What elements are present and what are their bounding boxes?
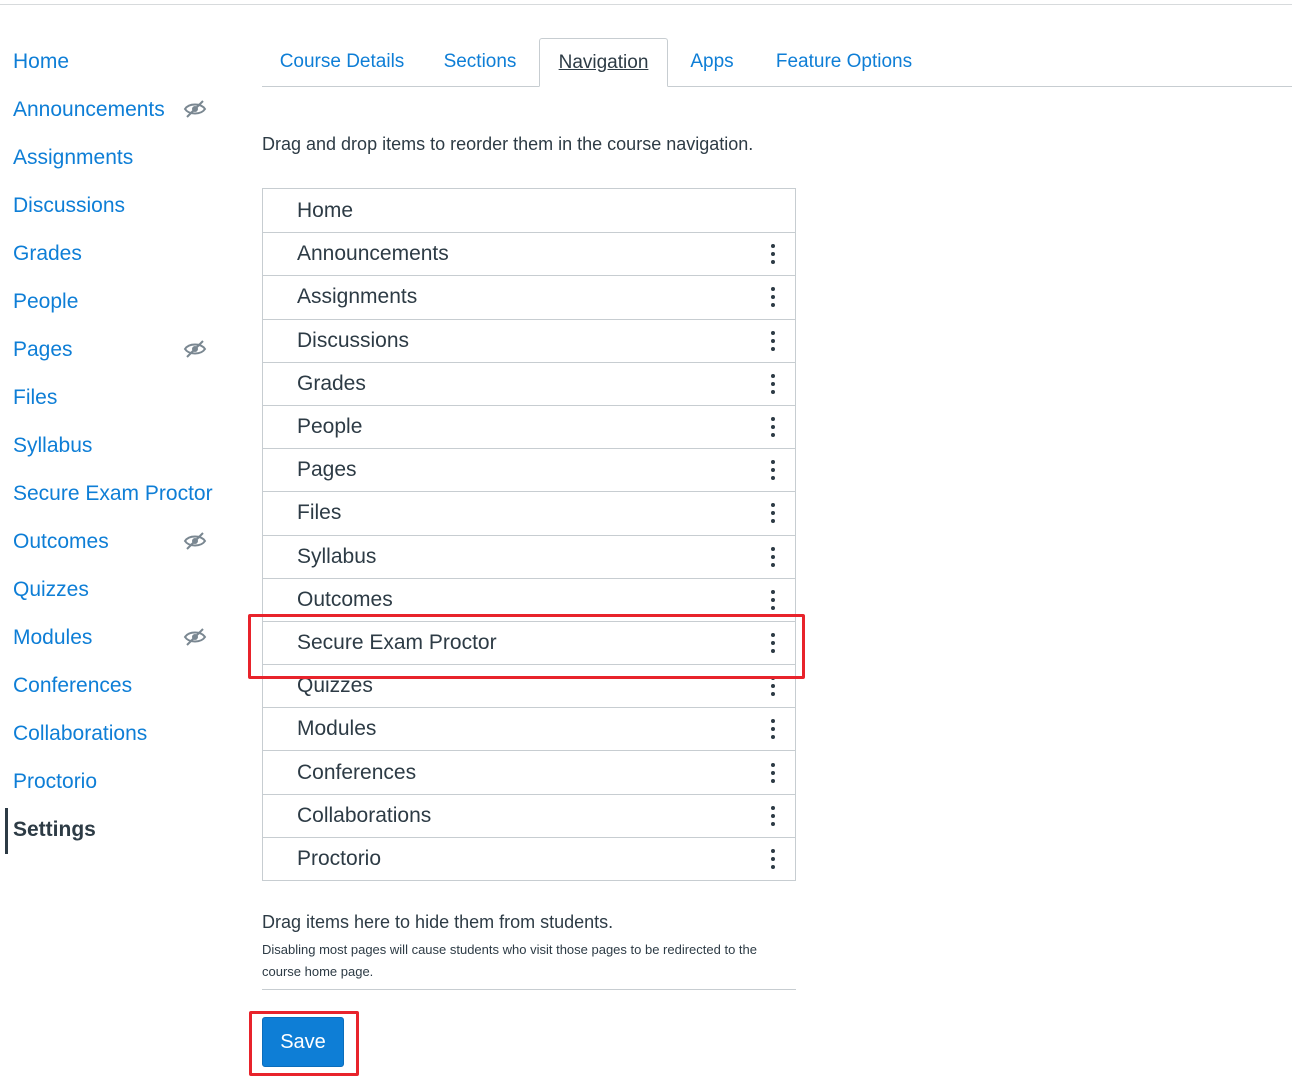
nav-list-item-discussions[interactable]: Discussions	[263, 318, 795, 362]
nav-list-label: Secure Exam Proctor	[297, 630, 497, 654]
nav-list-item-collaborations[interactable]: Collaborations	[263, 793, 795, 837]
course-nav-item-settings[interactable]: Settings	[0, 806, 230, 854]
course-nav-item-secure-exam-proctor[interactable]: Secure Exam Proctor	[0, 470, 230, 518]
course-nav-item-quizzes[interactable]: Quizzes	[0, 566, 230, 614]
course-nav-item-pages[interactable]: Pages	[0, 326, 230, 374]
tab-course-details[interactable]: Course Details	[262, 38, 422, 86]
nav-list-label: Outcomes	[297, 587, 393, 611]
vertical-dots-icon[interactable]	[769, 373, 777, 395]
nav-list-label: Assignments	[297, 285, 418, 309]
nav-list-label: Quizzes	[297, 674, 373, 698]
nav-list-item-files[interactable]: Files	[263, 491, 795, 534]
course-nav-label: Discussions	[13, 194, 126, 217]
nav-list-item-people[interactable]: People	[263, 404, 795, 448]
course-nav-item-proctorio[interactable]: Proctorio	[0, 758, 230, 806]
nav-list-label: People	[297, 415, 363, 439]
hidden-zone-title: Drag items here to hide them from studen…	[262, 912, 614, 932]
course-nav-label: Pages	[13, 338, 73, 361]
course-nav-label: Announcements	[13, 98, 165, 121]
course-nav-item-files[interactable]: Files	[0, 374, 230, 422]
enabled-navigation-list: Home Announcements Assignments Discussions G…	[262, 188, 796, 881]
save-button[interactable]: Save	[262, 1017, 344, 1067]
vertical-dots-icon[interactable]	[769, 805, 777, 827]
course-nav-item-home[interactable]: Home	[0, 38, 230, 86]
vertical-dots-icon[interactable]	[769, 718, 777, 740]
course-nav-label: Grades	[13, 242, 82, 265]
vertical-dots-icon[interactable]	[769, 546, 777, 568]
reorder-instructions: Drag and drop items to reorder them in t…	[262, 134, 754, 154]
course-nav-label: Home	[13, 50, 70, 73]
course-navigation: Home Announcements Assignments Discussions G…	[0, 38, 230, 854]
course-nav-label: Syllabus	[13, 434, 93, 457]
vertical-dots-icon[interactable]	[769, 459, 777, 481]
vertical-dots-icon[interactable]	[769, 848, 777, 870]
nav-list-item-syllabus[interactable]: Syllabus	[263, 534, 795, 578]
course-nav-item-people[interactable]: People	[0, 278, 230, 326]
nav-list-label: Proctorio	[297, 846, 382, 870]
nav-list-label: Announcements	[297, 242, 449, 266]
nav-list-item-pages[interactable]: Pages	[263, 448, 795, 491]
course-nav-item-discussions[interactable]: Discussions	[0, 182, 230, 230]
tab-apps[interactable]: Apps	[674, 38, 750, 86]
top-divider	[0, 4, 1292, 5]
course-nav-label: Conferences	[13, 674, 133, 697]
course-nav-label: Collaborations	[13, 722, 148, 745]
vertical-dots-icon[interactable]	[769, 632, 777, 654]
nav-list-item-announcements[interactable]: Announcements	[263, 232, 795, 275]
course-nav-item-outcomes[interactable]: Outcomes	[0, 518, 230, 566]
course-nav-label: Outcomes	[13, 530, 109, 553]
nav-list-label: Collaborations	[297, 803, 432, 827]
course-nav-label: Modules	[13, 626, 93, 649]
course-nav-label: People	[13, 290, 79, 313]
nav-list-item-assignments[interactable]: Assignments	[263, 275, 795, 318]
nav-list-item-modules[interactable]: Modules	[263, 707, 795, 750]
tab-feature-options[interactable]: Feature Options	[759, 38, 929, 86]
course-nav-item-assignments[interactable]: Assignments	[0, 134, 230, 182]
tab-navigation[interactable]: Navigation	[539, 38, 668, 87]
course-nav-item-conferences[interactable]: Conferences	[0, 662, 230, 710]
vertical-dots-icon[interactable]	[769, 416, 777, 438]
course-nav-label: Settings	[13, 818, 96, 841]
course-nav-label: Quizzes	[13, 578, 89, 601]
eye-slash-icon	[183, 99, 207, 119]
nav-list-item-home[interactable]: Home	[263, 189, 795, 232]
course-nav-item-collaborations[interactable]: Collaborations	[0, 710, 230, 758]
eye-slash-icon	[183, 627, 207, 647]
nav-list-label: Pages	[297, 458, 357, 482]
hidden-zone-note: Disabling most pages will cause students…	[262, 942, 757, 979]
vertical-dots-icon[interactable]	[769, 762, 777, 784]
course-nav-item-syllabus[interactable]: Syllabus	[0, 422, 230, 470]
nav-list-label: Conferences	[297, 760, 417, 784]
nav-list-item-proctorio[interactable]: Proctorio	[263, 836, 795, 880]
settings-tabs: Course Details Sections Navigation Apps Feat…	[262, 38, 1292, 87]
nav-list-item-quizzes[interactable]: Quizzes	[263, 664, 795, 707]
hidden-items-dropzone[interactable]: Drag items here to hide them from studen…	[262, 912, 796, 990]
nav-list-item-outcomes[interactable]: Outcomes	[263, 577, 795, 621]
nav-list-label: Grades	[297, 371, 366, 395]
vertical-dots-icon[interactable]	[769, 502, 777, 524]
nav-list-item-grades[interactable]: Grades	[263, 361, 795, 405]
nav-list-label: Modules	[297, 717, 377, 741]
course-nav-item-announcements[interactable]: Announcements	[0, 86, 230, 134]
vertical-dots-icon[interactable]	[769, 330, 777, 352]
eye-slash-icon	[183, 339, 207, 359]
nav-list-label: Syllabus	[297, 544, 377, 568]
nav-list-label: Home	[297, 198, 354, 222]
course-nav-item-modules[interactable]: Modules	[0, 614, 230, 662]
course-nav-item-grades[interactable]: Grades	[0, 230, 230, 278]
vertical-dots-icon[interactable]	[769, 286, 777, 308]
vertical-dots-icon[interactable]	[769, 589, 777, 611]
nav-list-label: Discussions	[297, 328, 410, 352]
nav-list-label: Files	[297, 501, 342, 525]
nav-list-item-conferences[interactable]: Conferences	[263, 750, 795, 793]
course-nav-label: Files	[13, 386, 58, 409]
course-nav-label: Assignments	[13, 146, 134, 169]
vertical-dots-icon[interactable]	[769, 243, 777, 265]
course-nav-label: Proctorio	[13, 770, 98, 793]
vertical-dots-icon[interactable]	[769, 675, 777, 697]
eye-slash-icon	[183, 531, 207, 551]
nav-list-item-secure-exam-proctor[interactable]: Secure Exam Proctor	[263, 620, 795, 664]
course-nav-label: Secure Exam Proctor	[13, 482, 213, 505]
tab-sections[interactable]: Sections	[430, 38, 530, 86]
